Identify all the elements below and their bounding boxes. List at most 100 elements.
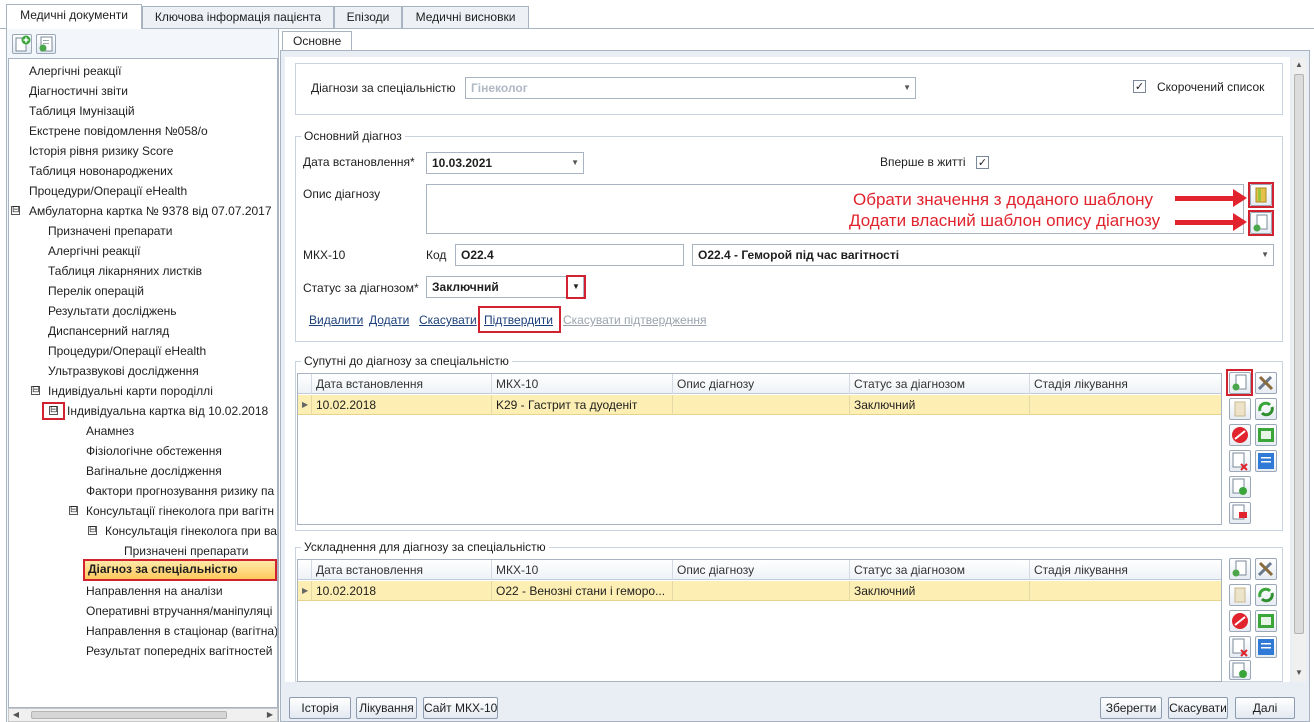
column-date[interactable]: Дата встановлення — [311, 374, 488, 394]
expander-ambulatory-card[interactable]: ⊟ — [11, 206, 20, 215]
tree-item-diagnostic-reports[interactable]: Діагностичні звіти — [29, 81, 128, 101]
tree-item-specialty-diagnosis[interactable]: Діагноз за спеціальністю — [83, 559, 277, 581]
tree-item-physiological-exam[interactable]: Фізіологічне обстеження — [86, 441, 222, 461]
add-row-button[interactable] — [1229, 372, 1251, 394]
tree-item-ultrasound[interactable]: Ультразвукові дослідження — [48, 361, 199, 381]
expander-gyn-consultations[interactable]: ⊟ — [69, 506, 78, 515]
refresh-button[interactable] — [1255, 398, 1277, 420]
tree-item-anamnesis[interactable]: Анамнез — [86, 421, 134, 441]
column-mkx[interactable]: МКХ-10 — [491, 560, 671, 580]
short-list-checkbox[interactable]: ✓ — [1133, 80, 1146, 93]
history-button[interactable]: Історія — [289, 697, 351, 719]
next-button[interactable]: Далі — [1235, 697, 1295, 719]
cancel-button[interactable]: Скасувати — [1168, 697, 1228, 719]
list-button[interactable] — [1255, 450, 1277, 472]
confirm-link[interactable]: Підтвердити — [484, 313, 553, 327]
tree-item-prescribed-drugs[interactable]: Призначені препарати — [48, 221, 172, 241]
tools-button[interactable] — [1255, 372, 1277, 394]
tree-item-procedures-ehealth[interactable]: Процедури/Операції eHealth — [29, 181, 187, 201]
edit-document-button[interactable] — [36, 34, 56, 54]
status-select[interactable]: Заключний — [426, 276, 584, 298]
scroll-right-icon[interactable]: ▶ — [264, 710, 276, 720]
cancel-confirm-link[interactable]: Скасувати підтвердження — [563, 313, 706, 327]
column-stage[interactable]: Стадія лікування — [1029, 560, 1221, 580]
tree-item-allergic-reactions-2[interactable]: Алергічні реакції — [48, 241, 140, 261]
tree-item-analysis-referral[interactable]: Направлення на аналізи — [86, 581, 223, 601]
tree-item-allergic-reactions[interactable]: Алергічні реакції — [29, 61, 121, 81]
add-link[interactable]: Додати — [369, 313, 409, 327]
cancel-link[interactable]: Скасувати — [419, 313, 477, 327]
approve-document-button[interactable] — [1229, 660, 1251, 680]
expander-gyn-consultation[interactable]: ⊟ — [88, 526, 97, 535]
tab-medical-conclusions[interactable]: Медичні висновки — [402, 6, 529, 28]
refresh-button[interactable] — [1255, 584, 1277, 606]
save-button[interactable]: Зберегти — [1100, 697, 1162, 719]
tree-item-previous-pregnancies[interactable]: Результат попередніх вагітностей — [86, 641, 272, 661]
table-row[interactable]: ▶ 10.02.2018 K29 - Гастрит та дуоденіт З… — [298, 395, 1221, 415]
scroll-left-icon[interactable]: ◀ — [10, 710, 22, 720]
column-status[interactable]: Статус за діагнозом — [849, 374, 1029, 394]
tree-item-research-results[interactable]: Результати досліджень — [48, 301, 177, 321]
form-vertical-scrollbar[interactable]: ▲ ▼ — [1292, 58, 1306, 682]
table-row[interactable]: ▶ 10.02.2018 O22 - Венозні стани і гемор… — [298, 581, 1221, 601]
date-field[interactable]: 10.03.2021 ▼ — [426, 152, 584, 174]
tab-episodes[interactable]: Епізоди — [334, 6, 402, 28]
treatment-button[interactable]: Лікування — [356, 697, 417, 719]
column-mkx[interactable]: МКХ-10 — [491, 374, 671, 394]
report-button[interactable] — [1255, 610, 1277, 632]
tree-item-score-history[interactable]: Історія рівня ризику Score — [29, 141, 173, 161]
column-description[interactable]: Опис діагнозу — [672, 560, 849, 580]
scrollbar-thumb[interactable] — [1294, 74, 1304, 634]
delete-link[interactable]: Видалити — [309, 313, 363, 327]
scroll-up-icon[interactable]: ▲ — [1292, 60, 1306, 72]
tree-item-vaginal-exam[interactable]: Вагінальне дослідження — [86, 461, 222, 481]
column-date[interactable]: Дата встановлення — [311, 560, 488, 580]
export-button[interactable] — [1229, 502, 1251, 524]
tree-item-maternity-cards[interactable]: Індивідуальні карти породіллі — [48, 381, 213, 401]
expander-maternity-cards[interactable]: ⊟ — [31, 386, 40, 395]
code-field[interactable]: O22.4 — [455, 244, 684, 266]
book-button[interactable] — [1229, 584, 1251, 606]
column-description[interactable]: Опис діагнозу — [672, 374, 849, 394]
tree-item-gyn-consultations[interactable]: Консультації гінеколога при вагітн — [86, 501, 274, 521]
tree-item-hospital-referral[interactable]: Направлення в стаціонар (вагітна) — [86, 621, 277, 641]
tree-item-sick-leave-table[interactable]: Таблиця лікарняних листків — [48, 261, 202, 281]
scroll-down-icon[interactable]: ▼ — [1292, 668, 1306, 680]
tree-item-ambulatory-card[interactable]: Амбулаторна картка № 9378 від 07.07.2017 — [29, 201, 272, 221]
tree-item-risk-factors[interactable]: Фактори прогнозування ризику па — [86, 481, 274, 501]
delete-row-button[interactable] — [1229, 424, 1251, 446]
tree-item-surgical-interventions[interactable]: Оперативні втручання/маніпуляці — [86, 601, 272, 621]
list-button[interactable] — [1255, 636, 1277, 658]
tree-item-operations-list[interactable]: Перелік операцій — [48, 281, 144, 301]
approve-document-button[interactable] — [1229, 476, 1251, 498]
tab-main[interactable]: Основне — [282, 31, 353, 51]
delete-document-button[interactable] — [1229, 450, 1251, 472]
chevron-down-icon[interactable]: ▼ — [572, 282, 580, 291]
delete-row-button[interactable] — [1229, 610, 1251, 632]
tree-item-dispensary[interactable]: Диспансерний нагляд — [48, 321, 169, 341]
add-row-button[interactable] — [1229, 558, 1251, 580]
select-template-button[interactable] — [1250, 184, 1272, 206]
expander-individual-card[interactable]: ⊟ — [49, 406, 58, 415]
tab-medical-documents[interactable]: Медичні документи — [6, 4, 142, 29]
specialty-select[interactable]: Гінеколог ▼ — [465, 77, 916, 99]
tree-item-procedures-ehealth-2[interactable]: Процедури/Операції eHealth — [48, 341, 206, 361]
tree-item-gyn-consultation[interactable]: Консультація гінеколога при ва — [105, 521, 277, 541]
add-document-button[interactable] — [12, 34, 32, 54]
column-status[interactable]: Статус за діагнозом — [849, 560, 1029, 580]
delete-document-button[interactable] — [1229, 636, 1251, 658]
book-button[interactable] — [1229, 398, 1251, 420]
tree-item-emergency-notice[interactable]: Екстрене повідомлення №058/о — [29, 121, 208, 141]
mkx-select[interactable]: O22.4 - Геморой під час вагітності ▼ — [692, 244, 1274, 266]
scrollbar-thumb[interactable] — [31, 711, 227, 719]
add-template-button[interactable] — [1250, 212, 1272, 234]
tree-horizontal-scrollbar[interactable]: ◀ ▶ — [8, 708, 278, 722]
tools-button[interactable] — [1255, 558, 1277, 580]
report-button[interactable] — [1255, 424, 1277, 446]
tree-item-newborn-table[interactable]: Таблиця новонароджених — [29, 161, 173, 181]
tree-item-individual-card[interactable]: Індивідуальна картка від 10.02.2018 — [67, 401, 268, 421]
first-time-checkbox[interactable]: ✓ — [976, 156, 989, 169]
tree-item-prescribed-drugs-2[interactable]: Призначені препарати — [124, 541, 248, 561]
mkx-site-button[interactable]: Сайт МКХ-10 — [423, 697, 498, 719]
column-stage[interactable]: Стадія лікування — [1029, 374, 1221, 394]
